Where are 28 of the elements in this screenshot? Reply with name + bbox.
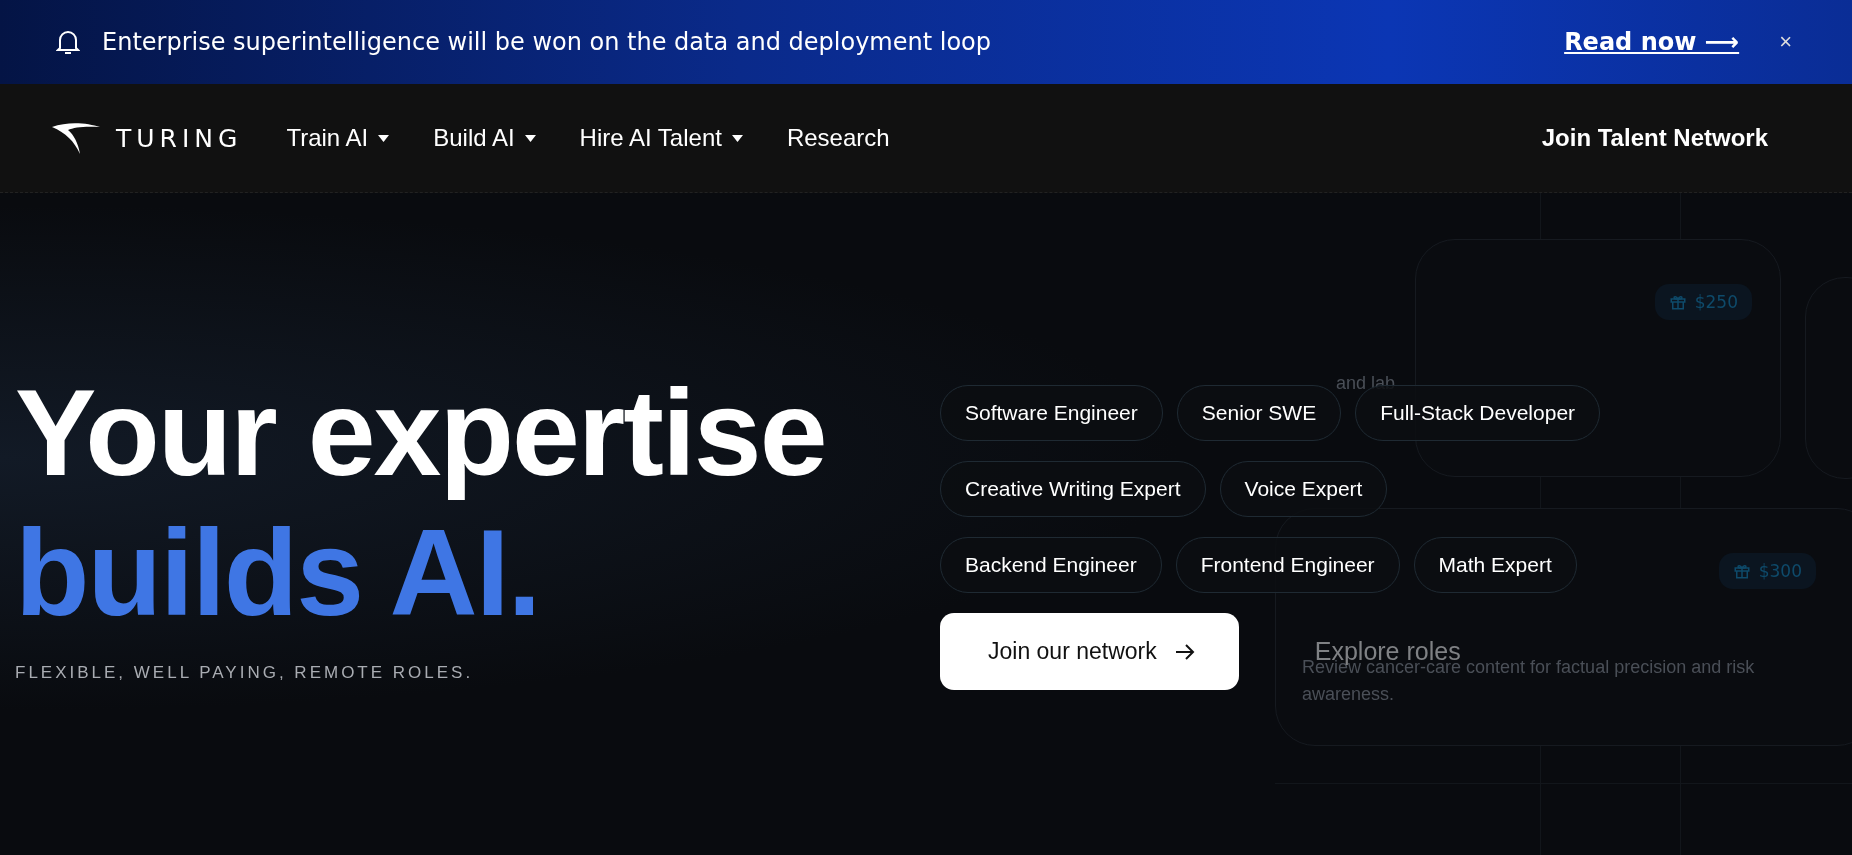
nav-menu-item[interactable]: Train AI [286,124,390,152]
gift-icon [1668,293,1687,311]
role-chip[interactable]: Math Expert [1413,537,1577,593]
close-button[interactable]: × [1775,29,1796,55]
hero-subtitle: FLEXIBLE, WELL PAYING, REMOTE ROLES. [15,663,475,683]
role-chip[interactable]: Frontend Engineer [1175,537,1400,593]
caret-icon [378,134,390,142]
nav-menu-item[interactable]: Build AI [433,124,536,152]
hero-heading-accent: builds AI. [15,504,541,643]
caret-icon [731,134,743,142]
nav-menu-item[interactable]: Research [786,124,890,152]
read-now-link[interactable]: Read now ⟶ [1564,28,1740,56]
arrow-right-icon [1174,642,1195,661]
role-chip[interactable]: Creative Writing Expert [940,461,1206,517]
join-network-button[interactable]: Join our network [940,613,1239,690]
reward-badge: $250 [1654,284,1752,320]
gift-icon [1732,562,1751,580]
caret-icon [524,134,536,142]
announcement-text: Enterprise superintelligence will be won on the data and deployment loop [102,28,993,56]
role-chip[interactable]: Voice Expert [1219,461,1388,517]
bell-icon [56,28,80,56]
logo-wordmark[interactable]: TURING [116,123,243,153]
role-chip[interactable]: Software Engineer [940,385,1163,441]
role-chip[interactable]: Backend Engineer [940,537,1162,593]
nav-menu-item[interactable]: Hire AI Talent [579,124,743,152]
join-talent-network-link[interactable]: Join Talent Network [1541,124,1768,152]
reward-badge: $300 [1718,553,1816,589]
hero-heading: Your expertise [15,364,827,503]
